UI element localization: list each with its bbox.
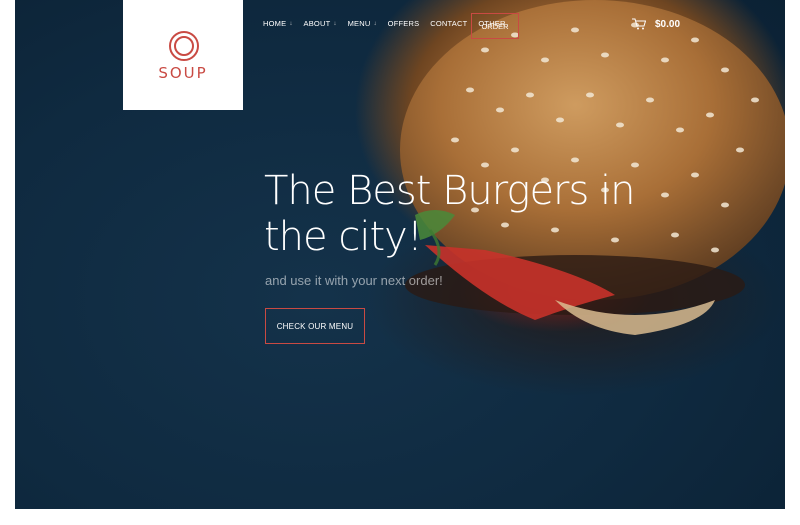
nav-item-offers[interactable]: OFFERS xyxy=(388,19,420,28)
logo-ring-icon xyxy=(169,31,199,61)
chevron-down-icon: ↓ xyxy=(333,20,337,27)
brand-name: SOUP xyxy=(158,64,208,82)
logo[interactable]: SOUP xyxy=(123,0,243,110)
order-button[interactable]: ORDER xyxy=(471,13,519,39)
nav-item-label: MENU xyxy=(347,19,371,28)
nav-item-label: ABOUT xyxy=(303,19,331,28)
hero-subtext: and use it with your next order! xyxy=(265,273,443,288)
footer-strip xyxy=(0,509,800,525)
cart-total[interactable]: $0.00 xyxy=(655,19,680,30)
nav-item-label: CONTACT xyxy=(430,19,468,28)
nav-item-contact[interactable]: CONTACT xyxy=(430,19,467,28)
cart-icon[interactable] xyxy=(632,18,646,30)
chevron-down-icon: ↓ xyxy=(373,20,377,27)
nav-item-label: HOME xyxy=(263,19,287,28)
nav-item-home[interactable]: HOME ↓ xyxy=(263,19,293,28)
nav-item-label: OFFERS xyxy=(387,19,420,28)
check-menu-button[interactable]: CHECK OUR MENU xyxy=(265,308,365,344)
nav-item-about[interactable]: ABOUT ↓ xyxy=(304,19,337,28)
nav-item-menu[interactable]: MENU ↓ xyxy=(348,19,377,28)
main-nav: HOME ↓ ABOUT ↓ MENU ↓ OFFERS CONTACT OTH… xyxy=(263,19,506,28)
chevron-down-icon: ↓ xyxy=(289,20,293,27)
hero-headline: The Best Burgers in the city! xyxy=(264,168,636,260)
